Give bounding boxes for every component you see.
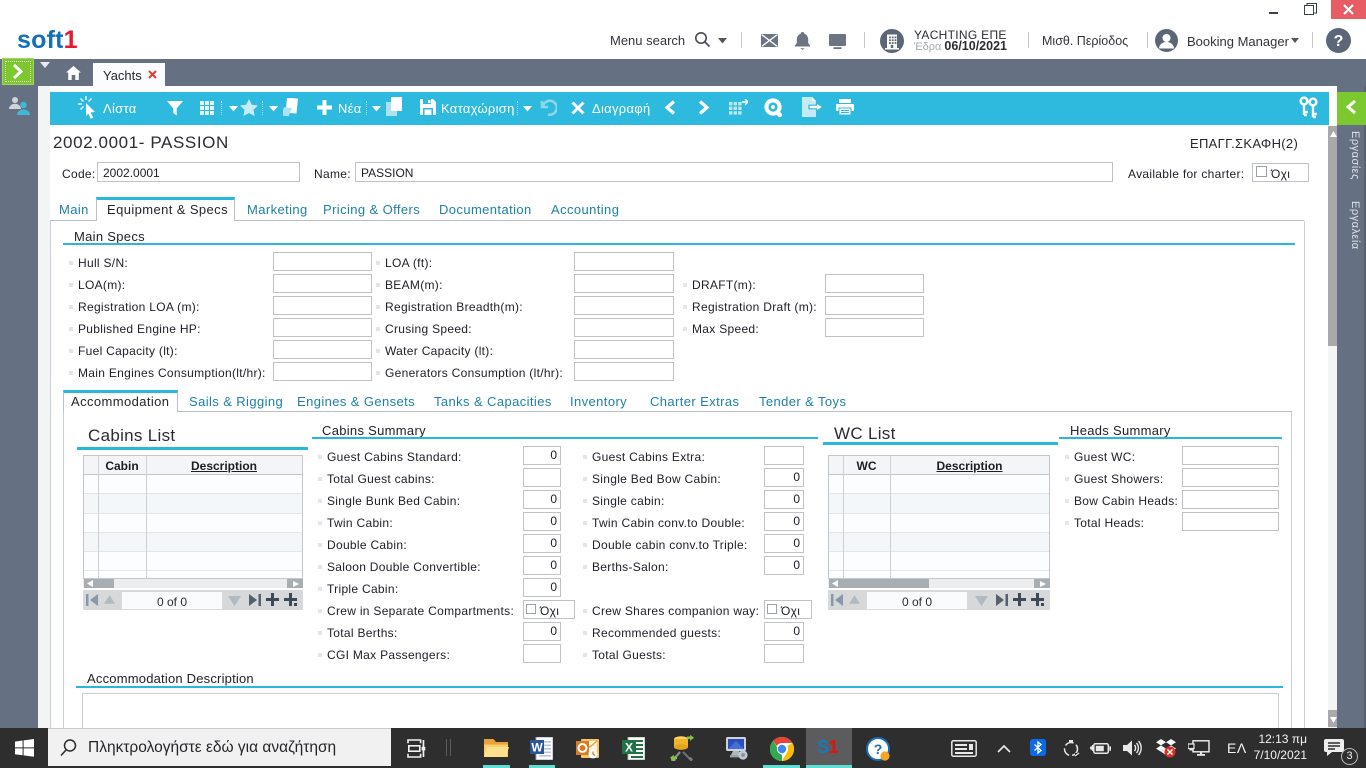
svg-text:X: X [625,741,633,755]
svg-text:W: W [531,741,543,755]
svg-text:?: ? [1334,33,1344,50]
